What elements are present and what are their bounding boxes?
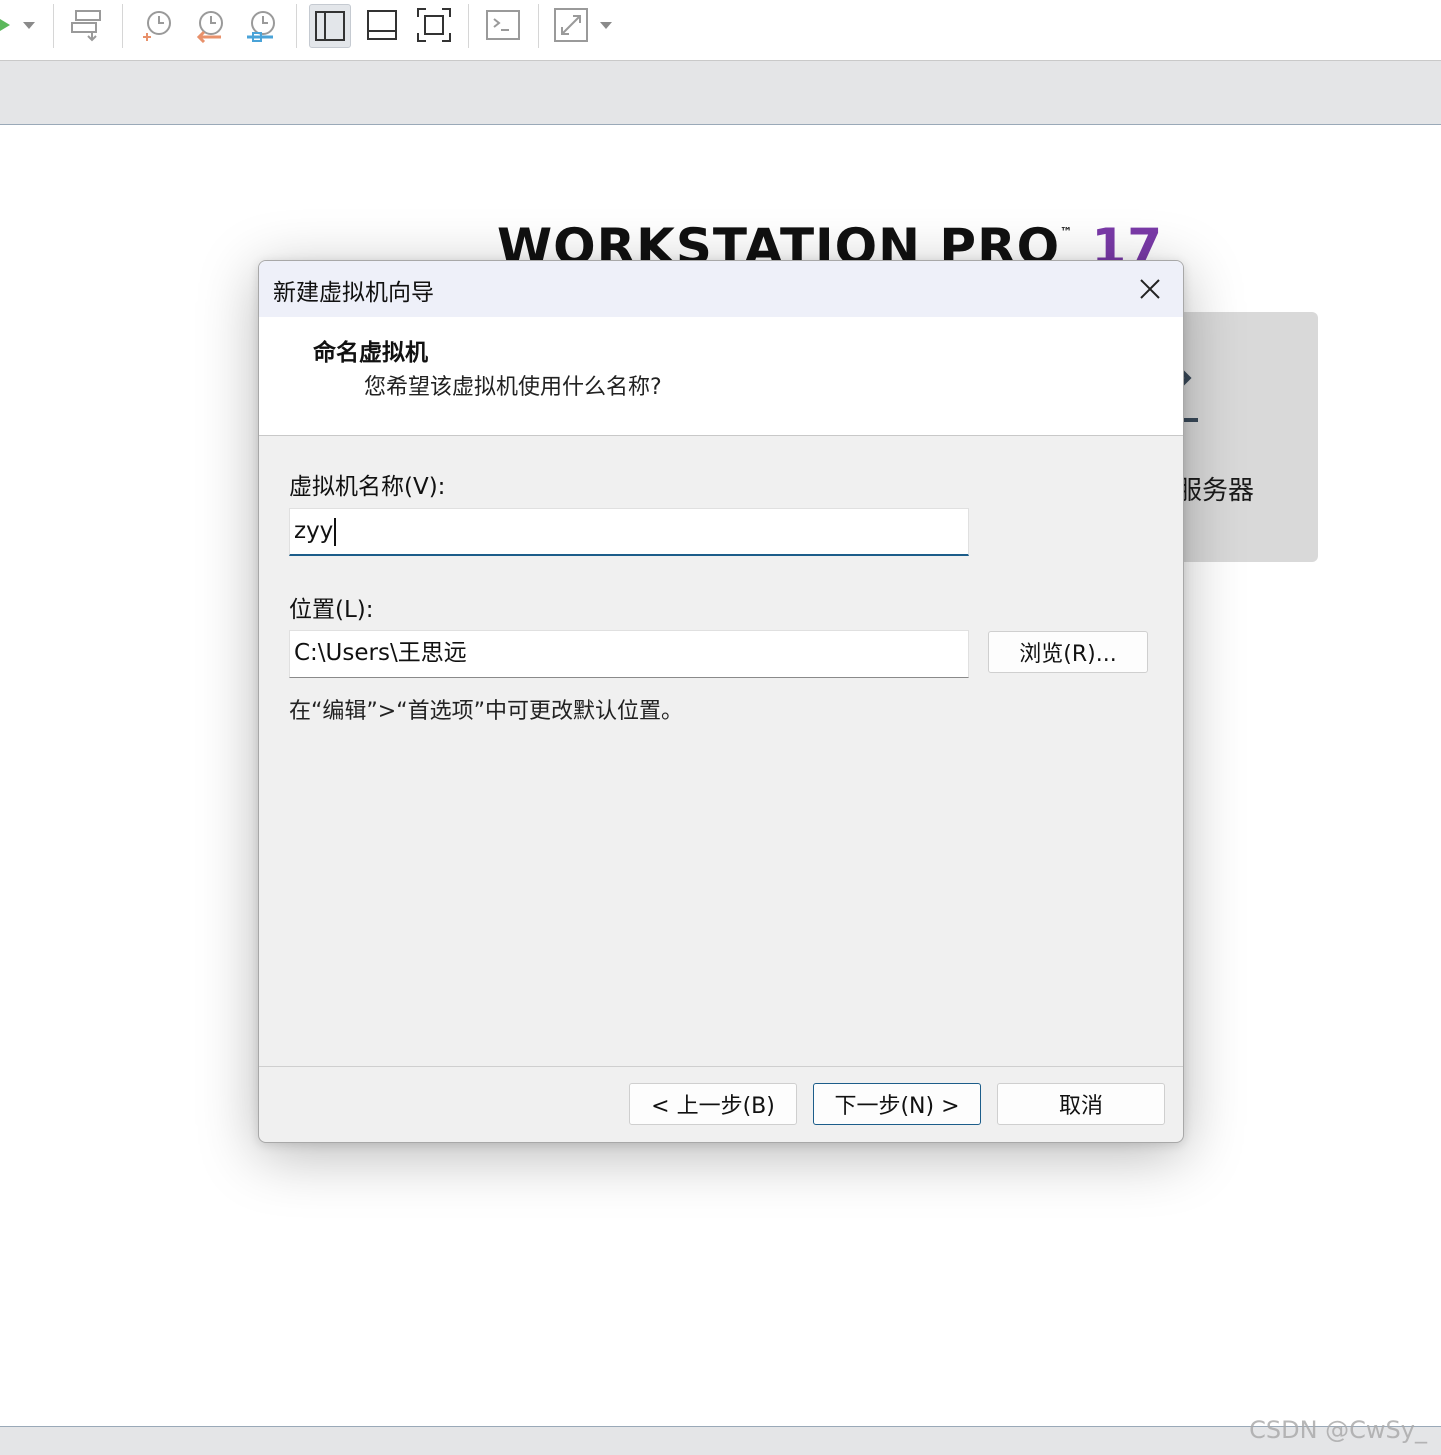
play-icon[interactable] [0,4,14,46]
dropdown-arrow-icon[interactable] [596,4,616,46]
toolbar-divider [122,4,123,48]
main-toolbar [0,0,1441,61]
wizard-step-subtitle: 您希望该虚拟机使用什么名称? [364,375,662,400]
dialog-titlebar[interactable]: 新建虚拟机向导 [259,261,1183,317]
vm-name-value: zyy [294,518,334,544]
product-logo: WORKSTATION PRO™ 17 [497,212,1163,260]
console-icon[interactable] [481,4,525,46]
dropdown-arrow-icon[interactable] [18,4,40,46]
next-button[interactable]: 下一步(N) > [813,1083,981,1125]
back-button[interactable]: < 上一步(B) [629,1083,797,1125]
toolbar-divider [53,4,54,48]
thumbnail-bar-icon[interactable] [360,4,404,46]
fullscreen-icon[interactable] [412,4,456,46]
browse-button[interactable]: 浏览(R)... [988,631,1148,673]
status-bar [0,1426,1441,1455]
location-value: C:\Users\王思远 [294,640,467,666]
cancel-button[interactable]: 取消 [997,1083,1165,1125]
tab-bar [0,61,1441,125]
snapshot-revert-icon[interactable] [187,4,231,46]
wizard-step-title: 命名虚拟机 [313,340,428,366]
wizard-header: 命名虚拟机 您希望该虚拟机使用什么名称? [259,317,1183,436]
vm-name-input[interactable]: zyy [289,508,969,556]
watermark: CSDN @CwSy_ [1249,1416,1427,1444]
snapshot-manager-icon[interactable] [239,4,283,46]
close-icon [1140,279,1160,299]
snapshot-take-icon[interactable] [135,4,179,46]
brand-version: 17 [1091,218,1164,260]
brand-trademark: ™ [1060,225,1074,239]
footer-divider [259,1066,1183,1067]
text-caret [334,517,337,546]
brand-name: WORKSTATION PRO [497,218,1061,260]
location-label: 位置(L): [289,597,374,623]
dialog-title: 新建虚拟机向导 [273,280,434,306]
new-vm-wizard-dialog: 新建虚拟机向导 命名虚拟机 您希望该虚拟机使用什么名称? 虚拟机名称(V): z… [258,260,1184,1143]
vm-name-label: 虚拟机名称(V): [289,474,446,500]
toolbar-divider [538,4,539,48]
toolbar-divider [468,4,469,48]
network-transfer-icon[interactable] [66,4,110,46]
stretch-icon[interactable] [551,4,591,46]
connect-server-label: 服务器 [1176,476,1255,506]
location-input[interactable]: C:\Users\王思远 [289,630,969,678]
close-button[interactable] [1117,261,1183,317]
location-hint: 在“编辑”>“首选项”中可更改默认位置。 [289,699,684,724]
toolbar-divider [296,4,297,48]
library-view-icon[interactable] [309,4,351,48]
